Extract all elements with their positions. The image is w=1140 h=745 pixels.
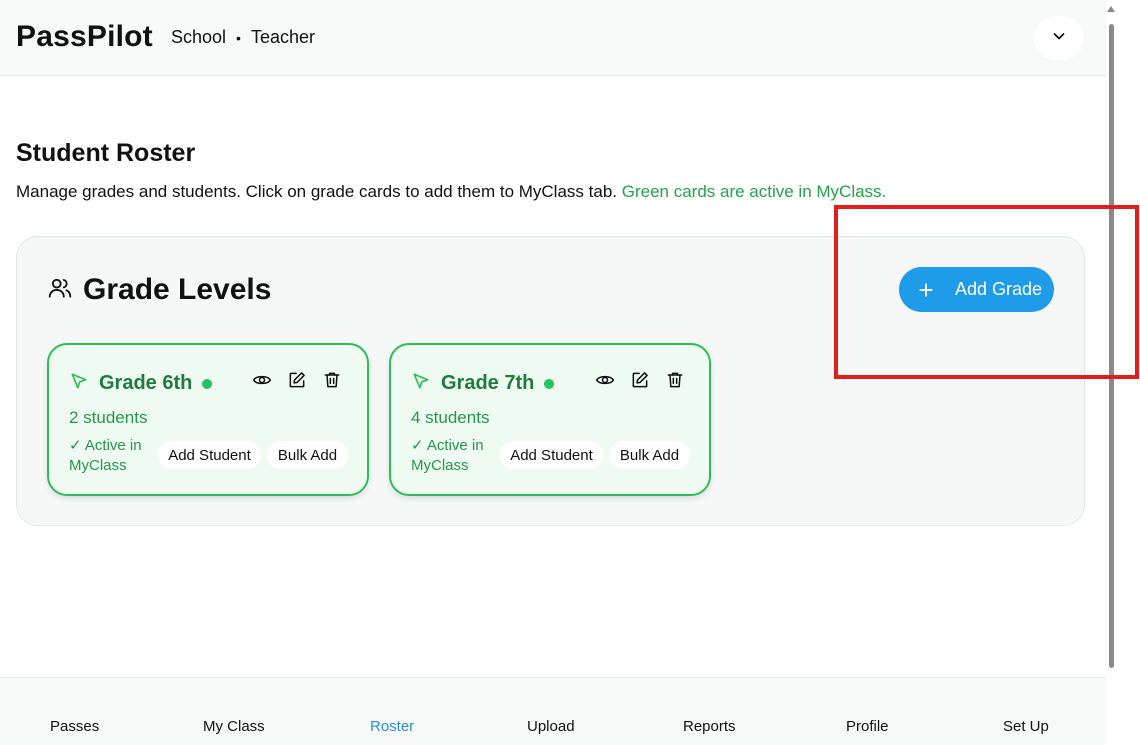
edit-icon[interactable] bbox=[287, 370, 307, 390]
page-title: Student Roster bbox=[16, 139, 196, 167]
active-status-dot bbox=[544, 378, 555, 389]
grade-card-header: Grade 6th bbox=[69, 371, 213, 396]
nav-item-my-class[interactable]: My Class bbox=[203, 718, 265, 735]
grade-levels-panel: Grade Levels + Add Grade Grade 6th 2 stu… bbox=[16, 236, 1085, 526]
bulk-add-button[interactable]: Bulk Add bbox=[609, 441, 690, 469]
breadcrumb: School • Teacher bbox=[171, 27, 315, 48]
vertical-scrollbar[interactable] bbox=[1106, 0, 1140, 745]
grade-name: Grade 6th bbox=[99, 372, 193, 394]
brand-logo: PassPilot bbox=[16, 20, 153, 53]
grade-name: Grade 7th bbox=[441, 372, 535, 394]
delete-trash-icon[interactable] bbox=[322, 370, 342, 390]
scroll-up-arrow-icon[interactable] bbox=[1107, 6, 1115, 12]
nav-item-upload[interactable]: Upload bbox=[527, 718, 575, 735]
student-count: 4 students bbox=[411, 408, 490, 427]
add-grade-button[interactable]: + Add Grade bbox=[899, 267, 1054, 312]
status-line: ✓ Active in bbox=[69, 437, 142, 454]
description-highlight: Green cards are active in MyClass. bbox=[621, 182, 887, 201]
users-icon bbox=[47, 275, 73, 306]
school-label: School bbox=[171, 27, 227, 47]
active-status-text: ✓ Active in MyClass bbox=[69, 436, 149, 476]
role-label: Teacher bbox=[250, 27, 315, 47]
grade-card-7th[interactable]: Grade 7th 4 students ✓ Active in MyClass bbox=[389, 343, 711, 496]
status-line: MyClass bbox=[411, 457, 469, 474]
cursor-arrow-icon bbox=[411, 371, 431, 396]
chevron-down-icon bbox=[1051, 28, 1067, 49]
status-line: ✓ Active in bbox=[411, 437, 484, 454]
app-window: PassPilot School • Teacher Student Roste… bbox=[0, 0, 1106, 745]
grade-card-actions bbox=[595, 370, 685, 390]
nav-item-reports[interactable]: Reports bbox=[683, 718, 736, 735]
grade-levels-title: Grade Levels bbox=[83, 273, 272, 306]
page-description: Manage grades and students. Click on gra… bbox=[16, 182, 886, 202]
breadcrumb-separator: • bbox=[236, 29, 241, 46]
account-menu-button[interactable] bbox=[1034, 16, 1084, 60]
delete-trash-icon[interactable] bbox=[665, 370, 685, 390]
edit-icon[interactable] bbox=[630, 370, 650, 390]
cursor-arrow-icon bbox=[69, 371, 89, 396]
grade-levels-header: Grade Levels bbox=[47, 273, 271, 307]
description-text: Manage grades and students. Click on gra… bbox=[16, 182, 617, 201]
top-header: PassPilot School • Teacher bbox=[0, 0, 1106, 76]
active-status-dot bbox=[202, 378, 213, 389]
plus-icon: + bbox=[918, 274, 934, 305]
view-eye-icon[interactable] bbox=[252, 370, 272, 390]
student-count: 2 students bbox=[69, 408, 148, 427]
nav-item-roster[interactable]: Roster bbox=[370, 718, 414, 735]
add-student-button[interactable]: Add Student bbox=[500, 441, 603, 469]
bottom-nav: Passes My Class Roster Upload Reports Pr… bbox=[0, 677, 1106, 745]
grade-card-header: Grade 7th bbox=[411, 371, 555, 396]
add-grade-label: Add Grade bbox=[955, 279, 1043, 299]
active-status-text: ✓ Active in MyClass bbox=[411, 436, 491, 476]
grade-card-6th[interactable]: Grade 6th 2 students ✓ Active in MyClass bbox=[47, 343, 369, 496]
status-line: MyClass bbox=[69, 457, 127, 474]
nav-item-profile[interactable]: Profile bbox=[846, 718, 889, 735]
nav-item-set-up[interactable]: Set Up bbox=[1003, 718, 1049, 735]
nav-item-passes[interactable]: Passes bbox=[50, 718, 99, 735]
add-student-button[interactable]: Add Student bbox=[158, 441, 261, 469]
scrollbar-thumb[interactable] bbox=[1109, 24, 1114, 668]
view-eye-icon[interactable] bbox=[595, 370, 615, 390]
grade-card-actions bbox=[252, 370, 342, 390]
bulk-add-button[interactable]: Bulk Add bbox=[267, 441, 348, 469]
